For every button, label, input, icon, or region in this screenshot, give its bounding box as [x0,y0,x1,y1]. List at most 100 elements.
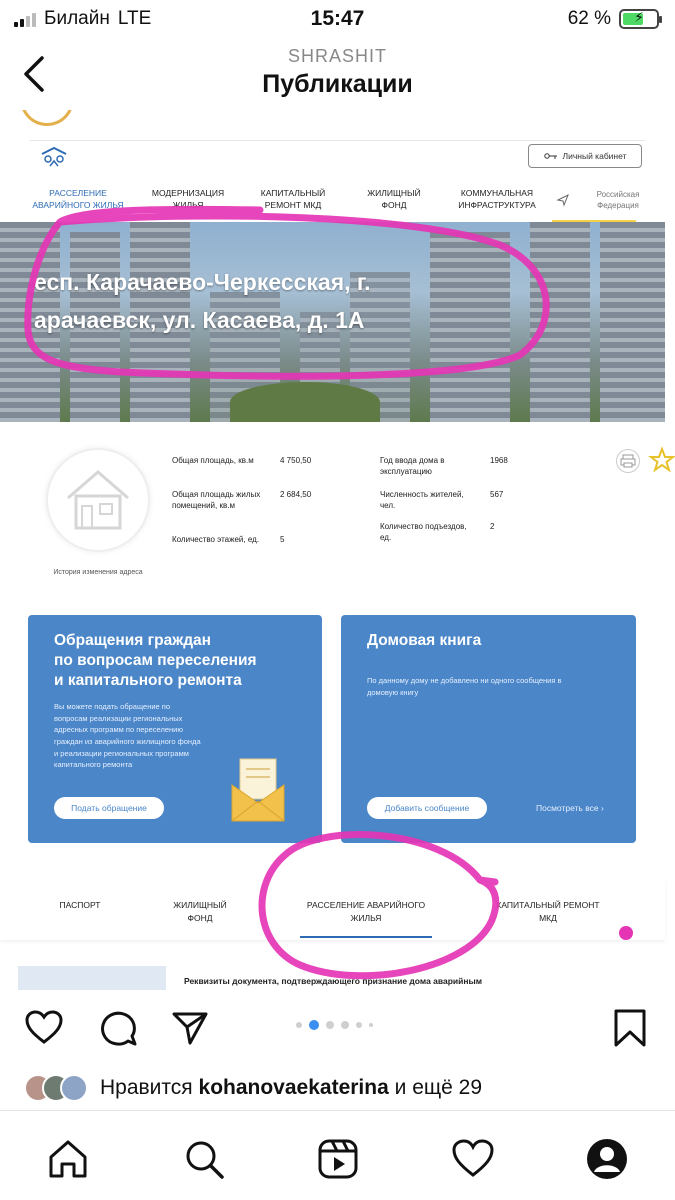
nav-label: Модернизация [151,188,225,199]
post-header: SHRASHIT Публикации [0,38,675,110]
address-line: есп. Карачаево-Черкесская, г. [34,269,371,295]
activity-icon[interactable] [451,1137,495,1181]
nav-label: Расселение [49,188,107,199]
cabinet-button[interactable]: Личный кабинет [528,144,642,168]
appeal-card-title: Обращения граждан по вопросам переселени… [54,631,257,691]
tab-label: Расселение аварийного [306,900,426,910]
card-text-line: капитального ремонта [54,760,133,770]
document-block [18,966,166,990]
card-text-line: По данному дому не добавлено ни одного с… [367,676,562,685]
star-icon[interactable] [648,446,675,474]
house-icon [67,470,129,530]
tab-label: жилья [350,912,382,923]
prop-label: Численность жителей, чел. [380,490,464,510]
prop-label: Год ввода дома в эксплуатацию [380,456,445,476]
tab-housing-fund[interactable]: Жилищный фонд [150,899,250,925]
nav-label: Федерация [597,201,639,210]
card-title-line: Обращения граждан [54,632,212,649]
prop-value: 4 750,50 [280,456,312,465]
status-bar: Билайн LTE 15:47 62 % ⚡ [0,0,675,38]
carousel-dot [326,1021,334,1029]
avatar [60,1074,88,1102]
prop-label: Количество этажей, ед. [172,535,259,544]
liker-avatars [24,1074,88,1102]
bottom-tab-bar [0,1110,675,1200]
tab-label: Жилищный [173,900,227,910]
carousel-dot-active [309,1020,319,1030]
card-text-line: адресных программ по переселению [54,725,183,735]
battery-icon: ⚡ [619,9,662,29]
carousel-dot [356,1022,362,1028]
address-line: арачаевск, ул. Касаева, д. 1А [34,306,365,333]
website-screenshot: Личный кабинет Расселение аварийного жиль… [0,110,675,990]
document-title: Реквизиты документа, подтверждающего при… [184,976,483,986]
battery-percent: 62 % [567,8,611,29]
print-icon[interactable] [616,449,640,473]
reels-icon[interactable] [316,1137,360,1181]
address-heading: есп. Карачаево-Черкесская, г. арачаевск,… [34,264,371,340]
liker-username[interactable]: kohanovaekaterina [199,1076,389,1099]
house-photo-placeholder [46,448,150,552]
header-username: SHRASHIT [287,46,387,66]
bookmark-icon[interactable] [610,1008,650,1048]
search-icon[interactable] [182,1137,226,1181]
address-history-link[interactable]: История изменения адреса [46,568,150,577]
house-book-title: Домовая книга [367,632,482,649]
nav-item-modernization[interactable]: Модернизация жилья [138,188,238,212]
nav-label: Коммунальная [460,188,534,199]
post-image[interactable]: Личный кабинет Расселение аварийного жиль… [0,110,675,990]
submit-appeal-button[interactable]: Подать обращение [54,797,164,819]
hero-banner: есп. Карачаево-Черкесская, г. арачаевск,… [0,222,665,422]
nav-item-federation[interactable]: Российская Федерация [590,189,646,211]
status-right: 62 % ⚡ [567,8,662,30]
house-book-card: Домовая книга По данному дому не добавле… [341,615,636,843]
tab-label: МКД [539,912,557,923]
nav-item-housing-fund[interactable]: Жилищный фонд [354,188,434,212]
card-text-line: граждан из аварийного жилищного фонда [54,736,201,746]
tab-label: Капитальный ремонт [496,900,600,910]
prop-label: Общая площадь, кв.м [172,456,254,465]
prop-label: Количество подъездов, ед. [380,522,467,542]
carousel-indicator [296,1020,373,1030]
envelope-icon [231,758,285,822]
card-text-line: домовую книгу [367,687,419,697]
home-icon[interactable] [46,1137,90,1181]
share-icon[interactable] [170,1008,210,1048]
profile-logo-fragment [20,110,74,126]
post-actions [0,990,675,1064]
comment-icon[interactable] [98,1008,138,1048]
appeal-card: Обращения граждан по вопросам переселени… [28,615,322,843]
prop-value: 567 [490,490,504,499]
heart-icon[interactable] [24,1008,64,1048]
carousel-dot [296,1022,302,1028]
divider [30,140,645,141]
add-message-button[interactable]: Добавить сообщение [367,797,487,819]
carousel-dot [341,1021,349,1029]
tab-label: Паспорт [59,900,101,910]
likes-row[interactable]: Нравится kohanovaekaterina и ещё 29 [24,1070,482,1106]
prop-value: 2 [490,522,495,531]
prop-value: 1968 [490,456,508,465]
active-tab-indicator [300,936,432,938]
page-title: Публикации [262,70,413,98]
nav-label: Капитальный [260,188,326,199]
prop-value: 2 684,50 [280,490,312,499]
profile-icon[interactable] [585,1137,629,1181]
nav-item-resettlement[interactable]: Расселение аварийного жилья [28,188,128,212]
site-logo-icon [41,146,67,167]
tab-resettlement[interactable]: Расселение аварийного жилья [292,899,440,925]
likes-text: Нравится kohanovaekaterina и ещё 29 [100,1076,482,1100]
site-nav: Расселение аварийного жилья Модернизация ж… [28,180,648,220]
card-text-line: Вы можете подать обращение по [54,702,171,711]
likes-suffix[interactable]: и ещё 29 [395,1076,482,1099]
nav-label: жилья [172,200,204,210]
tab-passport[interactable]: Паспорт [40,899,120,912]
likes-prefix: Нравится [100,1076,193,1099]
nav-item-infrastructure[interactable]: Коммунальная инфраструктура [442,188,552,212]
tab-capital-repair[interactable]: Капитальный ремонт МКД [478,899,618,925]
nav-label: аварийного жилья [32,200,124,210]
nav-item-capital-repair[interactable]: Капитальный ремонт МКД [248,188,338,212]
nav-label: фонд [381,200,407,210]
location-arrow-icon[interactable] [556,193,570,207]
see-all-link[interactable]: Посмотреть все › [536,803,604,813]
